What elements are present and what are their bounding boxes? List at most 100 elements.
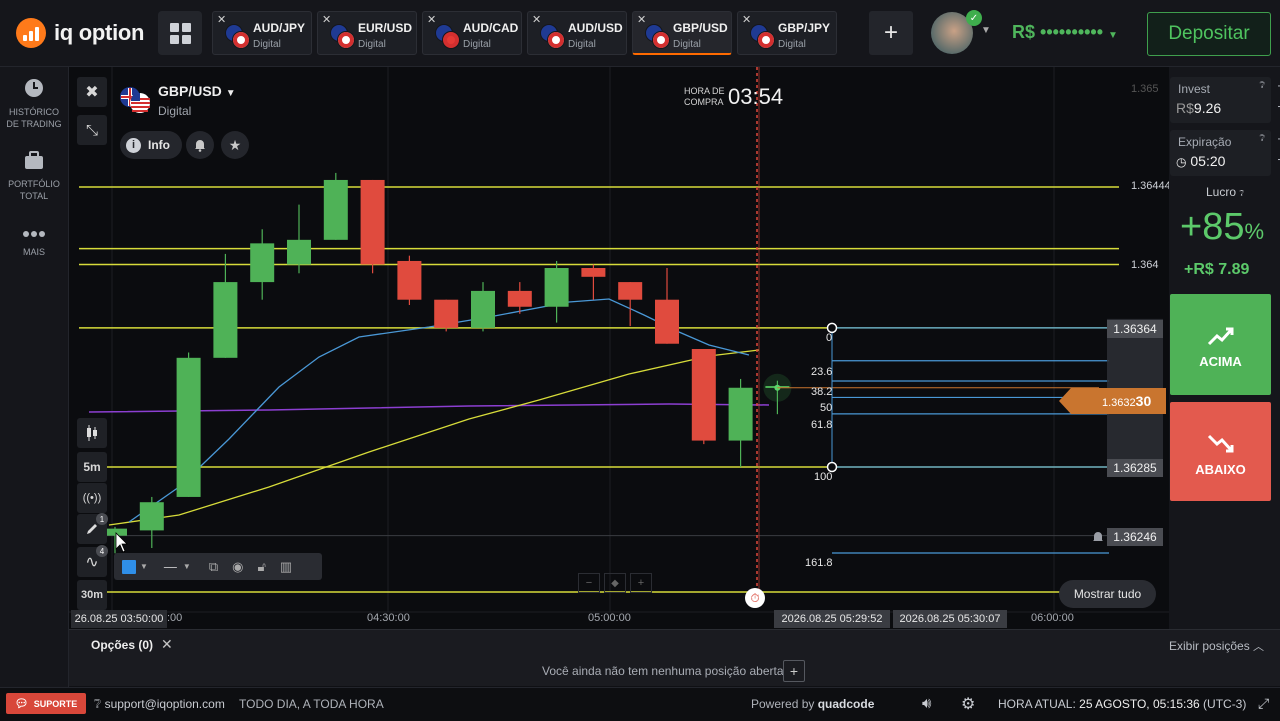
- time-axis-label: 04:30:00: [367, 612, 410, 624]
- candle: [471, 290, 495, 328]
- tab-gbp-jpy[interactable]: ✕ GBP/JPY Digital: [737, 11, 837, 55]
- sidebar-item-more[interactable]: MAIS: [0, 229, 68, 258]
- fib-level-label: 38.2: [811, 386, 833, 398]
- support-email[interactable]: ❔︎ support@iqoption.com: [94, 697, 225, 712]
- purchase-deadline-label: 2026.08.25 05:29:52: [774, 610, 890, 628]
- price-label: 1.365: [1131, 83, 1159, 95]
- timeframe-button[interactable]: 5m: [77, 452, 107, 482]
- zoom-reset-icon[interactable]: ◆: [604, 573, 626, 593]
- tab-type-label: Digital: [568, 39, 596, 50]
- invest-input[interactable]: Invest R$9.26 ❔︎ + −: [1170, 77, 1280, 123]
- add-asset-tab-button[interactable]: +: [869, 11, 913, 55]
- tab-aud-usd[interactable]: ✕ AUD/USD Digital: [527, 11, 627, 55]
- fib-level-label: 23.6: [811, 366, 833, 378]
- collapse-icon[interactable]: ⤡: [77, 115, 107, 145]
- sidebar-item-label: PORTFÓLIO TOTAL: [8, 179, 60, 201]
- candle: [728, 387, 753, 441]
- color-picker-icon[interactable]: [122, 559, 136, 574]
- info-button[interactable]: i Info: [120, 131, 182, 159]
- candle: [250, 243, 275, 283]
- fib-level-label: 161.8: [805, 557, 833, 569]
- invest-label: Invest: [1178, 82, 1211, 96]
- indicators-icon[interactable]: ((•)): [77, 483, 107, 513]
- call-up-button[interactable]: ACIMA: [1170, 294, 1271, 395]
- left-sidebar: HISTÓRICO DE TRADING PORTFÓLIO TOTAL MAI…: [0, 67, 69, 687]
- asset-selector[interactable]: GBP/USD ▼: [158, 83, 236, 99]
- eye-icon[interactable]: ◉: [232, 559, 243, 575]
- time-axis-label: :00: [167, 612, 183, 624]
- invest-value: R$9.26: [1176, 100, 1222, 116]
- lock-icon[interactable]: 🔓︎: [257, 559, 265, 575]
- line-style-icon[interactable]: —: [164, 559, 177, 574]
- current-price-tag: 1.363230: [1102, 393, 1152, 409]
- profit-amount: +R$ 7.89: [1184, 261, 1250, 278]
- put-down-button[interactable]: ABAIXO: [1170, 402, 1271, 501]
- fib-level-label: 50: [820, 402, 833, 414]
- close-icon[interactable]: ✕: [161, 636, 173, 653]
- trash-icon[interactable]: ▥: [280, 559, 292, 575]
- sidebar-item-label: HISTÓRICO DE TRADING: [6, 107, 62, 129]
- volume-icon[interactable]: 🔊︎: [922, 695, 931, 712]
- copy-icon[interactable]: ⧉: [209, 559, 218, 575]
- fullscreen-icon[interactable]: ⤢: [1258, 695, 1269, 712]
- purchase-timer: 03:54: [728, 84, 784, 109]
- pair-flag-icon: [330, 24, 355, 49]
- help-icon[interactable]: ❔︎: [1260, 80, 1265, 91]
- zoom-in-icon[interactable]: +: [630, 573, 652, 593]
- trend-up-icon: [1207, 327, 1234, 346]
- chart-type-button[interactable]: [77, 418, 107, 448]
- bell-icon[interactable]: [186, 131, 214, 159]
- profit-label: Lucro ❔︎: [1206, 185, 1245, 199]
- tab-gbp-usd[interactable]: ✕ GBP/USD Digital: [632, 11, 732, 55]
- help-icon[interactable]: ❔︎: [1260, 133, 1265, 144]
- show-all-button[interactable]: Mostrar tudo: [1059, 580, 1156, 608]
- asset-type: Digital: [158, 104, 192, 118]
- time-axis-label: 06:00:00: [1031, 612, 1074, 624]
- tab-type-label: Digital: [673, 39, 701, 50]
- alert-bell-icon[interactable]: [1092, 531, 1104, 543]
- star-icon[interactable]: ★: [221, 131, 249, 159]
- alert-price-tag: 1.36246: [1107, 528, 1163, 546]
- chevron-down-icon: ▼: [225, 88, 236, 99]
- chevron-down-icon[interactable]: ▼: [183, 562, 191, 571]
- no-positions-text: Você ainda não tem nenhuma posição abert…: [542, 664, 784, 678]
- expiration-selector[interactable]: Expiração ◷ 05:20 ❔︎ + −: [1170, 130, 1280, 176]
- gear-icon[interactable]: ⚙: [961, 694, 975, 714]
- chevron-down-icon[interactable]: ▼: [140, 562, 148, 571]
- moving-average-line: [108, 349, 760, 526]
- clock-icon: [25, 79, 43, 97]
- start-time-label: 26.08.25 03:50:00: [71, 610, 167, 628]
- account-balance[interactable]: R$ •••••••••• ▼: [1012, 22, 1118, 43]
- tab-eur-usd[interactable]: ✕ EUR/USD Digital: [317, 11, 417, 55]
- pencil-icon: [87, 524, 97, 534]
- logo-mark-icon: [16, 18, 46, 48]
- options-title[interactable]: Opções (0): [91, 638, 153, 652]
- close-chart-icon[interactable]: ✖: [77, 77, 107, 107]
- tab-aud-jpy[interactable]: ✕ AUD/JPY Digital: [212, 11, 312, 55]
- candle-interval-button[interactable]: 30m: [77, 580, 107, 610]
- drawing-toolbar: ▼ — ▼ ⧉ ◉ 🔓︎ ▥: [114, 553, 322, 580]
- chevron-down-icon[interactable]: ▼: [981, 25, 991, 36]
- more-dots-icon: [23, 231, 45, 237]
- indicators-count-badge: 4: [96, 545, 108, 557]
- tab-aud-cad[interactable]: ✕ AUD/CAD Digital: [422, 11, 522, 55]
- iq-option-logo[interactable]: iq option: [16, 18, 144, 48]
- current-time: HORA ATUAL: 25 AGOSTO, 05:15:36 (UTC-3): [998, 697, 1247, 711]
- support-button[interactable]: 💬︎ SUPORTE: [6, 693, 86, 714]
- add-position-button[interactable]: +: [783, 660, 805, 682]
- powered-by: Powered by quadcode: [751, 697, 875, 711]
- sidebar-item-trading-history[interactable]: HISTÓRICO DE TRADING: [0, 77, 68, 130]
- all-assets-button[interactable]: [158, 11, 202, 55]
- down-label: ABAIXO: [1195, 462, 1246, 477]
- show-positions-toggle[interactable]: Exibir posições ︿: [1169, 638, 1264, 654]
- sidebar-item-label: MAIS: [22, 247, 45, 257]
- support-hours: TODO DIA, A TODA HORA: [239, 697, 384, 711]
- zoom-controls: − ◆ +: [578, 573, 656, 593]
- deposit-button[interactable]: Depositar: [1147, 12, 1271, 56]
- zoom-out-icon[interactable]: −: [578, 573, 600, 593]
- sidebar-item-portfolio[interactable]: PORTFÓLIO TOTAL: [0, 151, 68, 202]
- quadcode-logo: quadcode: [817, 697, 875, 711]
- tab-pair-label: GBP/USD: [673, 21, 728, 35]
- tab-type-label: Digital: [463, 39, 491, 50]
- expiration-label: Expiração: [1178, 135, 1232, 149]
